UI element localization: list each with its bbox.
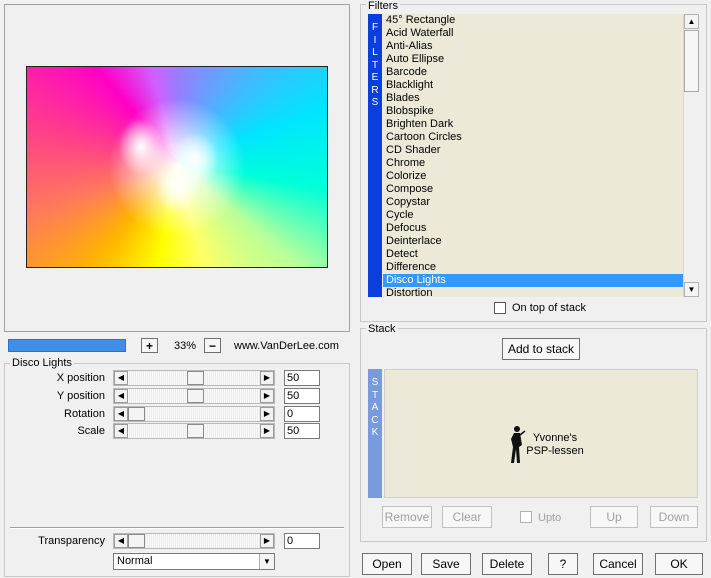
filter-list-item[interactable]: Distortion: [383, 287, 683, 297]
transparency-label: Transparency: [38, 535, 105, 547]
filter-list-item[interactable]: Barcode: [383, 66, 683, 79]
filter-list-item[interactable]: 45° Rectangle: [383, 14, 683, 27]
filter-list-item[interactable]: Compose: [383, 183, 683, 196]
slider-right-arrow-icon[interactable]: ▶: [260, 424, 274, 438]
zoom-level: 33%: [173, 340, 197, 352]
param-value-field[interactable]: 50: [284, 423, 320, 439]
filters-side-label: FILTERS: [371, 22, 379, 108]
filter-list-item[interactable]: Acid Waterfall: [383, 27, 683, 40]
transparency-slider[interactable]: ◀ ▶: [113, 533, 275, 549]
delete-button[interactable]: Delete: [482, 553, 532, 575]
filter-list-item[interactable]: Detect: [383, 248, 683, 261]
transparency-value-field[interactable]: 0: [284, 533, 320, 549]
filter-list-item[interactable]: Anti-Alias: [383, 40, 683, 53]
slider-thumb[interactable]: [128, 534, 145, 548]
param-value-field[interactable]: 50: [284, 370, 320, 386]
preview-image[interactable]: [26, 66, 328, 268]
upto-label: Upto: [538, 512, 562, 524]
filter-list[interactable]: 45° Rectangle Acid Waterfall Anti-Alias Aut…: [383, 14, 683, 297]
param-slider[interactable]: ◀ ▶: [113, 406, 275, 422]
filter-list-item[interactable]: Blacklight: [383, 79, 683, 92]
param-label: Y position: [56, 390, 105, 402]
filter-list-item[interactable]: Auto Ellipse: [383, 53, 683, 66]
zoom-out-button[interactable]: −: [204, 338, 221, 353]
param-slider[interactable]: ◀ ▶: [113, 423, 275, 439]
ok-button[interactable]: OK: [655, 553, 703, 575]
slider-right-arrow-icon[interactable]: ▶: [260, 389, 274, 403]
up-button[interactable]: Up: [590, 506, 638, 528]
param-value-field[interactable]: 0: [284, 406, 320, 422]
chevron-down-icon[interactable]: ▼: [259, 554, 274, 569]
slider-thumb[interactable]: [128, 407, 145, 421]
slider-thumb[interactable]: [186, 371, 204, 385]
filter-list-item[interactable]: Brighten Dark: [383, 118, 683, 131]
filters-side-bar: FILTERS: [368, 14, 382, 297]
param-label: Rotation: [64, 408, 105, 420]
logo-line-1: Yvonne's: [532, 432, 578, 444]
slider-right-arrow-icon[interactable]: ▶: [260, 407, 274, 421]
down-button[interactable]: Down: [650, 506, 698, 528]
on-top-of-stack-label: On top of stack: [512, 302, 586, 314]
upto-checkbox[interactable]: [520, 511, 532, 523]
scroll-up-arrow-icon[interactable]: ▲: [684, 14, 699, 29]
open-button[interactable]: Open: [362, 553, 412, 575]
slider-left-arrow-icon[interactable]: ◀: [114, 371, 128, 385]
slider-left-arrow-icon[interactable]: ◀: [114, 389, 128, 403]
logo-text: Yvonne's PSP-lessen: [524, 432, 586, 458]
website-link[interactable]: www.VanDerLee.com: [234, 339, 339, 353]
parameters-group-title: Disco Lights: [10, 357, 74, 369]
help-button[interactable]: ?: [548, 553, 578, 575]
filter-list-item[interactable]: Chrome: [383, 157, 683, 170]
filter-list-item[interactable]: Defocus: [383, 222, 683, 235]
stack-group-title: Stack: [366, 323, 398, 335]
param-slider[interactable]: ◀ ▶: [113, 370, 275, 386]
blend-mode-select[interactable]: Normal ▼: [113, 553, 275, 570]
stack-side-bar: STACK: [368, 369, 382, 498]
on-top-of-stack-checkbox[interactable]: [494, 302, 506, 314]
slider-left-arrow-icon[interactable]: ◀: [114, 534, 128, 548]
slider-right-arrow-icon[interactable]: ▶: [260, 534, 274, 548]
filters-group-title: Filters: [366, 0, 400, 12]
param-slider[interactable]: ◀ ▶: [113, 388, 275, 404]
parameters-divider: [10, 527, 344, 529]
param-value-field[interactable]: 50: [284, 388, 320, 404]
filter-list-item[interactable]: Colorize: [383, 170, 683, 183]
render-progress-bar: [8, 339, 126, 352]
zoom-in-button[interactable]: +: [141, 338, 158, 353]
filter-list-scrollbar[interactable]: ▲ ▼: [683, 14, 699, 297]
scrollbar-thumb[interactable]: [684, 30, 699, 92]
blend-mode-value: Normal: [117, 555, 153, 567]
add-to-stack-button[interactable]: Add to stack: [502, 338, 580, 360]
slider-thumb[interactable]: [186, 424, 204, 438]
remove-button[interactable]: Remove: [382, 506, 432, 528]
filter-list-item[interactable]: Copystar: [383, 196, 683, 209]
filter-list-item[interactable]: Deinterlace: [383, 235, 683, 248]
save-button[interactable]: Save: [421, 553, 471, 575]
slider-right-arrow-icon[interactable]: ▶: [260, 371, 274, 385]
filter-list-item[interactable]: CD Shader: [383, 144, 683, 157]
stack-side-label: STACK: [371, 377, 379, 438]
param-label: Scale: [77, 425, 105, 437]
clear-button[interactable]: Clear: [442, 506, 492, 528]
slider-left-arrow-icon[interactable]: ◀: [114, 424, 128, 438]
slider-left-arrow-icon[interactable]: ◀: [114, 407, 128, 421]
scroll-down-arrow-icon[interactable]: ▼: [684, 282, 699, 297]
filter-list-item[interactable]: Cartoon Circles: [383, 131, 683, 144]
filter-list-item[interactable]: Blobspike: [383, 105, 683, 118]
logo-line-2: PSP-lessen: [526, 445, 584, 457]
param-label: X position: [56, 372, 105, 384]
cancel-button[interactable]: Cancel: [593, 553, 643, 575]
filter-list-item[interactable]: Difference: [383, 261, 683, 274]
filter-list-item[interactable]: Disco Lights: [383, 274, 683, 287]
filter-list-item[interactable]: Blades: [383, 92, 683, 105]
slider-thumb[interactable]: [186, 389, 204, 403]
filter-list-item[interactable]: Cycle: [383, 209, 683, 222]
